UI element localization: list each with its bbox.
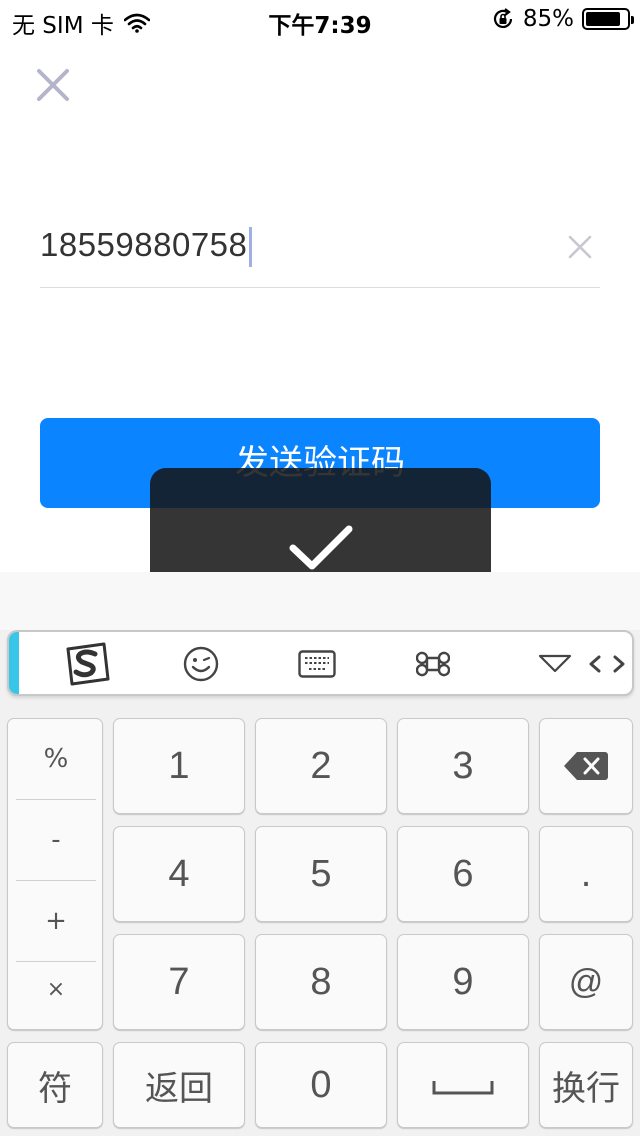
key-at[interactable]: @ (539, 934, 633, 1030)
key-dot[interactable]: . (539, 826, 633, 922)
key-1[interactable]: 1 (113, 718, 245, 814)
emoji-icon[interactable] (181, 642, 221, 686)
battery-fill (586, 12, 620, 26)
key-9[interactable]: 9 (397, 934, 529, 1030)
symbol-key-percent[interactable]: % (16, 719, 96, 799)
key-0[interactable]: 0 (255, 1042, 387, 1128)
clear-input-button[interactable] (568, 235, 592, 259)
battery-percent: 85% (522, 6, 574, 32)
phone-input[interactable]: 18559880758 (40, 218, 600, 288)
keyboard-top-area (0, 572, 640, 630)
sogou-logo-icon[interactable] (61, 642, 113, 686)
toolbar-accent (9, 632, 19, 694)
keyboard-toolbar (7, 630, 634, 696)
symbol-mode-key[interactable]: 符 (7, 1042, 103, 1128)
back-key[interactable]: 返回 (113, 1042, 245, 1128)
key-5[interactable]: 5 (255, 826, 387, 922)
key-8[interactable]: 8 (255, 934, 387, 1030)
symbol-key-minus[interactable]: - (16, 800, 96, 880)
space-key[interactable] (397, 1042, 529, 1128)
backspace-icon (564, 752, 608, 780)
phone-number-text: 18559880758 (40, 226, 248, 263)
key-4[interactable]: 4 (113, 826, 245, 922)
keyboard-icon[interactable] (297, 642, 337, 686)
close-icon (37, 69, 69, 101)
status-bar: 无 SIM 卡 下午7:39 85% (0, 0, 640, 40)
battery-icon (582, 8, 634, 30)
key-6[interactable]: 6 (397, 826, 529, 922)
key-7[interactable]: 7 (113, 934, 245, 1030)
close-button[interactable] (34, 66, 72, 104)
command-icon[interactable] (413, 642, 453, 686)
cursor-move-icon[interactable] (587, 642, 627, 686)
key-2[interactable]: 2 (255, 718, 387, 814)
key-3[interactable]: 3 (397, 718, 529, 814)
checkmark-icon (289, 525, 353, 570)
battery-cap (631, 16, 634, 24)
phone-input-value: 18559880758 (40, 226, 253, 268)
keyboard: % - + × 1 2 3 4 5 6 . 7 8 9 @ 符 返回 0 换行 (0, 572, 640, 1136)
status-right: 85% (491, 6, 634, 32)
symbol-key-multiply[interactable]: × (16, 949, 96, 1029)
symbol-column: % - + × (7, 718, 103, 1030)
rotation-lock-icon (493, 8, 512, 28)
hide-keyboard-icon[interactable] (537, 642, 573, 686)
clear-icon (568, 235, 592, 259)
backspace-key[interactable] (539, 718, 633, 814)
space-icon (432, 1081, 494, 1095)
text-caret (249, 227, 253, 268)
enter-key[interactable]: 换行 (539, 1042, 633, 1128)
